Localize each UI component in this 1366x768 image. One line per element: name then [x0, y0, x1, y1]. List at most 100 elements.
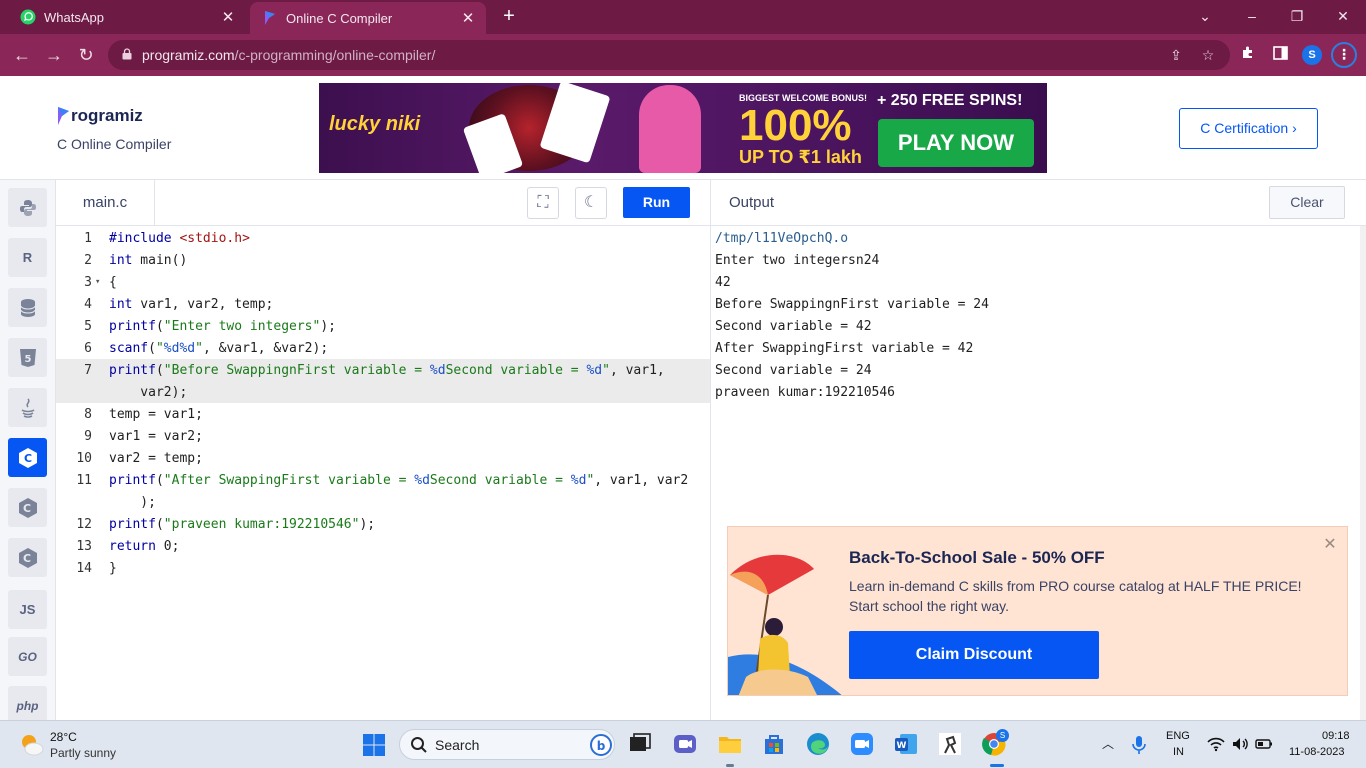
game-icon[interactable]	[937, 731, 963, 757]
ad-banner[interactable]: lucky niki BIGGEST WELCOME BONUS! 100% U…	[319, 83, 1047, 173]
close-window-icon[interactable]: ✕	[1329, 4, 1357, 28]
clear-button[interactable]: Clear	[1269, 186, 1345, 219]
promo-card: Back-To-School Sale - 50% OFF Learn in-d…	[727, 526, 1348, 696]
close-icon[interactable]: ✕	[1322, 537, 1338, 553]
bing-icon[interactable]: b	[590, 733, 612, 757]
taskbar-search[interactable]: Search b	[399, 729, 615, 760]
clock-date[interactable]: 11-08-2023	[1289, 746, 1344, 758]
svg-text:b: b	[597, 739, 606, 753]
task-view-icon[interactable]	[627, 731, 653, 757]
active-app-indicator	[990, 764, 1004, 767]
promo-title: Back-To-School Sale - 50% OFF	[849, 548, 1105, 567]
input-region[interactable]: IN	[1173, 746, 1184, 758]
folder-icon[interactable]	[717, 731, 743, 757]
run-button[interactable]: Run	[623, 187, 690, 218]
tab-whatsapp[interactable]: WhatsApp ✕	[8, 0, 246, 34]
store-icon[interactable]	[761, 731, 787, 757]
partly-sunny-icon[interactable]	[18, 731, 44, 757]
tab-online-c-compiler[interactable]: Online C Compiler ✕	[250, 2, 486, 34]
line-number: 2	[84, 253, 92, 268]
bookmark-star-icon[interactable]: ☆	[1199, 46, 1217, 64]
profile-avatar[interactable]: S	[1302, 45, 1322, 65]
sidebar-item-js[interactable]: JS	[8, 590, 47, 629]
code-line: int main()	[109, 253, 188, 268]
sidebar-item-r[interactable]: R	[8, 238, 47, 277]
address-bar[interactable]: programiz.com/c-programming/online-compi…	[108, 40, 1230, 70]
svg-text:W: W	[897, 741, 907, 751]
weather-temperature[interactable]: 28°C	[50, 730, 77, 744]
side-panel-icon[interactable]	[1269, 44, 1291, 66]
page-header: rogramiz C Online Compiler lucky niki BI…	[0, 76, 1366, 180]
tab-title: Online C Compiler	[286, 10, 393, 26]
ad-upto: UP TO ₹1 lakh	[739, 147, 862, 167]
tab-search-icon[interactable]: ⌄	[1191, 4, 1219, 28]
line-number: 12	[76, 517, 92, 532]
output-scrollbar[interactable]	[1360, 226, 1366, 720]
fold-toggle-icon[interactable]: ▾	[95, 277, 100, 287]
close-tab-icon[interactable]: ✕	[218, 8, 238, 26]
clock-time[interactable]: 09:18	[1322, 730, 1350, 742]
line-number: 9	[84, 429, 92, 444]
weather-condition[interactable]: Partly sunny	[50, 746, 116, 760]
input-language[interactable]: ENG	[1166, 730, 1190, 742]
code-line: printf("Before SwappingnFirst variable =…	[109, 363, 665, 378]
code-line: }	[109, 561, 117, 576]
fullscreen-icon[interactable]: ⛶	[527, 187, 559, 219]
editor-toolbar: main.c ⛶ ☾ Run	[56, 180, 710, 226]
ad-character-image	[639, 85, 701, 173]
reload-icon[interactable]: ↻	[74, 43, 98, 67]
java-icon	[21, 397, 34, 418]
battery-icon[interactable]	[1255, 736, 1273, 752]
output-line: 42	[715, 275, 731, 290]
wifi-icon[interactable]	[1207, 736, 1225, 752]
zoom-icon[interactable]	[849, 731, 875, 757]
tab-title: WhatsApp	[44, 9, 104, 25]
code-line-wrap: var2);	[109, 385, 188, 400]
browser-toolbar: ← → ↻ programiz.com/c-programming/online…	[0, 34, 1366, 76]
output-line: Second variable = 42	[715, 319, 872, 334]
sidebar-item-python[interactable]	[8, 188, 47, 227]
volume-icon[interactable]	[1231, 736, 1249, 752]
edge-icon[interactable]	[805, 731, 831, 757]
claim-discount-button[interactable]: Claim Discount	[849, 631, 1099, 679]
meet-icon[interactable]	[672, 731, 698, 757]
share-icon[interactable]: ⇪	[1167, 46, 1185, 64]
minimize-icon[interactable]: –	[1238, 4, 1266, 28]
code-line: {	[109, 275, 117, 290]
line-number: 11	[76, 473, 92, 488]
sidebar-item-java[interactable]	[8, 388, 47, 427]
forward-icon[interactable]: →	[42, 43, 66, 67]
restore-icon[interactable]: ❐	[1283, 4, 1311, 28]
extensions-icon[interactable]	[1237, 44, 1259, 66]
svg-text:5: 5	[24, 354, 31, 365]
microphone-icon[interactable]	[1131, 735, 1147, 755]
ad-play-now-button[interactable]: PLAY NOW	[878, 119, 1034, 167]
browser-menu-icon[interactable]: ⋮	[1331, 42, 1357, 68]
back-icon[interactable]: ←	[10, 43, 34, 67]
sidebar-item-csharp[interactable]: C	[8, 538, 47, 577]
c-certification-button[interactable]: C Certification ›	[1179, 108, 1318, 149]
output-toolbar: Output Clear	[711, 180, 1366, 226]
code-line: printf("Enter two integers");	[109, 319, 336, 334]
programiz-logo[interactable]: rogramiz	[57, 106, 143, 126]
sidebar-item-go[interactable]: GO	[8, 637, 47, 676]
file-tab-main-c[interactable]: main.c	[56, 180, 155, 226]
dark-mode-icon[interactable]: ☾	[575, 187, 607, 219]
sidebar-item-cpp[interactable]: C	[8, 488, 47, 527]
show-hidden-icons-chevron-icon[interactable]: ︿	[1100, 735, 1116, 753]
search-placeholder: Search	[435, 737, 480, 753]
output-line: Enter two integersn24	[715, 253, 880, 268]
close-tab-icon[interactable]: ✕	[458, 9, 478, 27]
code-editor[interactable]: 1 #include <stdio.h> 2 int main() 3 ▾ { …	[56, 226, 710, 720]
sidebar-item-c[interactable]: C	[8, 438, 47, 477]
sidebar-item-sql[interactable]	[8, 288, 47, 327]
word-icon[interactable]: W	[893, 731, 919, 757]
windows-start-icon[interactable]	[362, 733, 386, 757]
line-number: 5	[84, 319, 92, 334]
line-number: 13	[76, 539, 92, 554]
sidebar-item-html[interactable]: 5	[8, 338, 47, 377]
output-title: Output	[729, 194, 775, 211]
go-icon: GO	[18, 649, 37, 664]
c-icon: C	[18, 447, 37, 468]
new-tab-icon[interactable]: +	[498, 6, 520, 28]
